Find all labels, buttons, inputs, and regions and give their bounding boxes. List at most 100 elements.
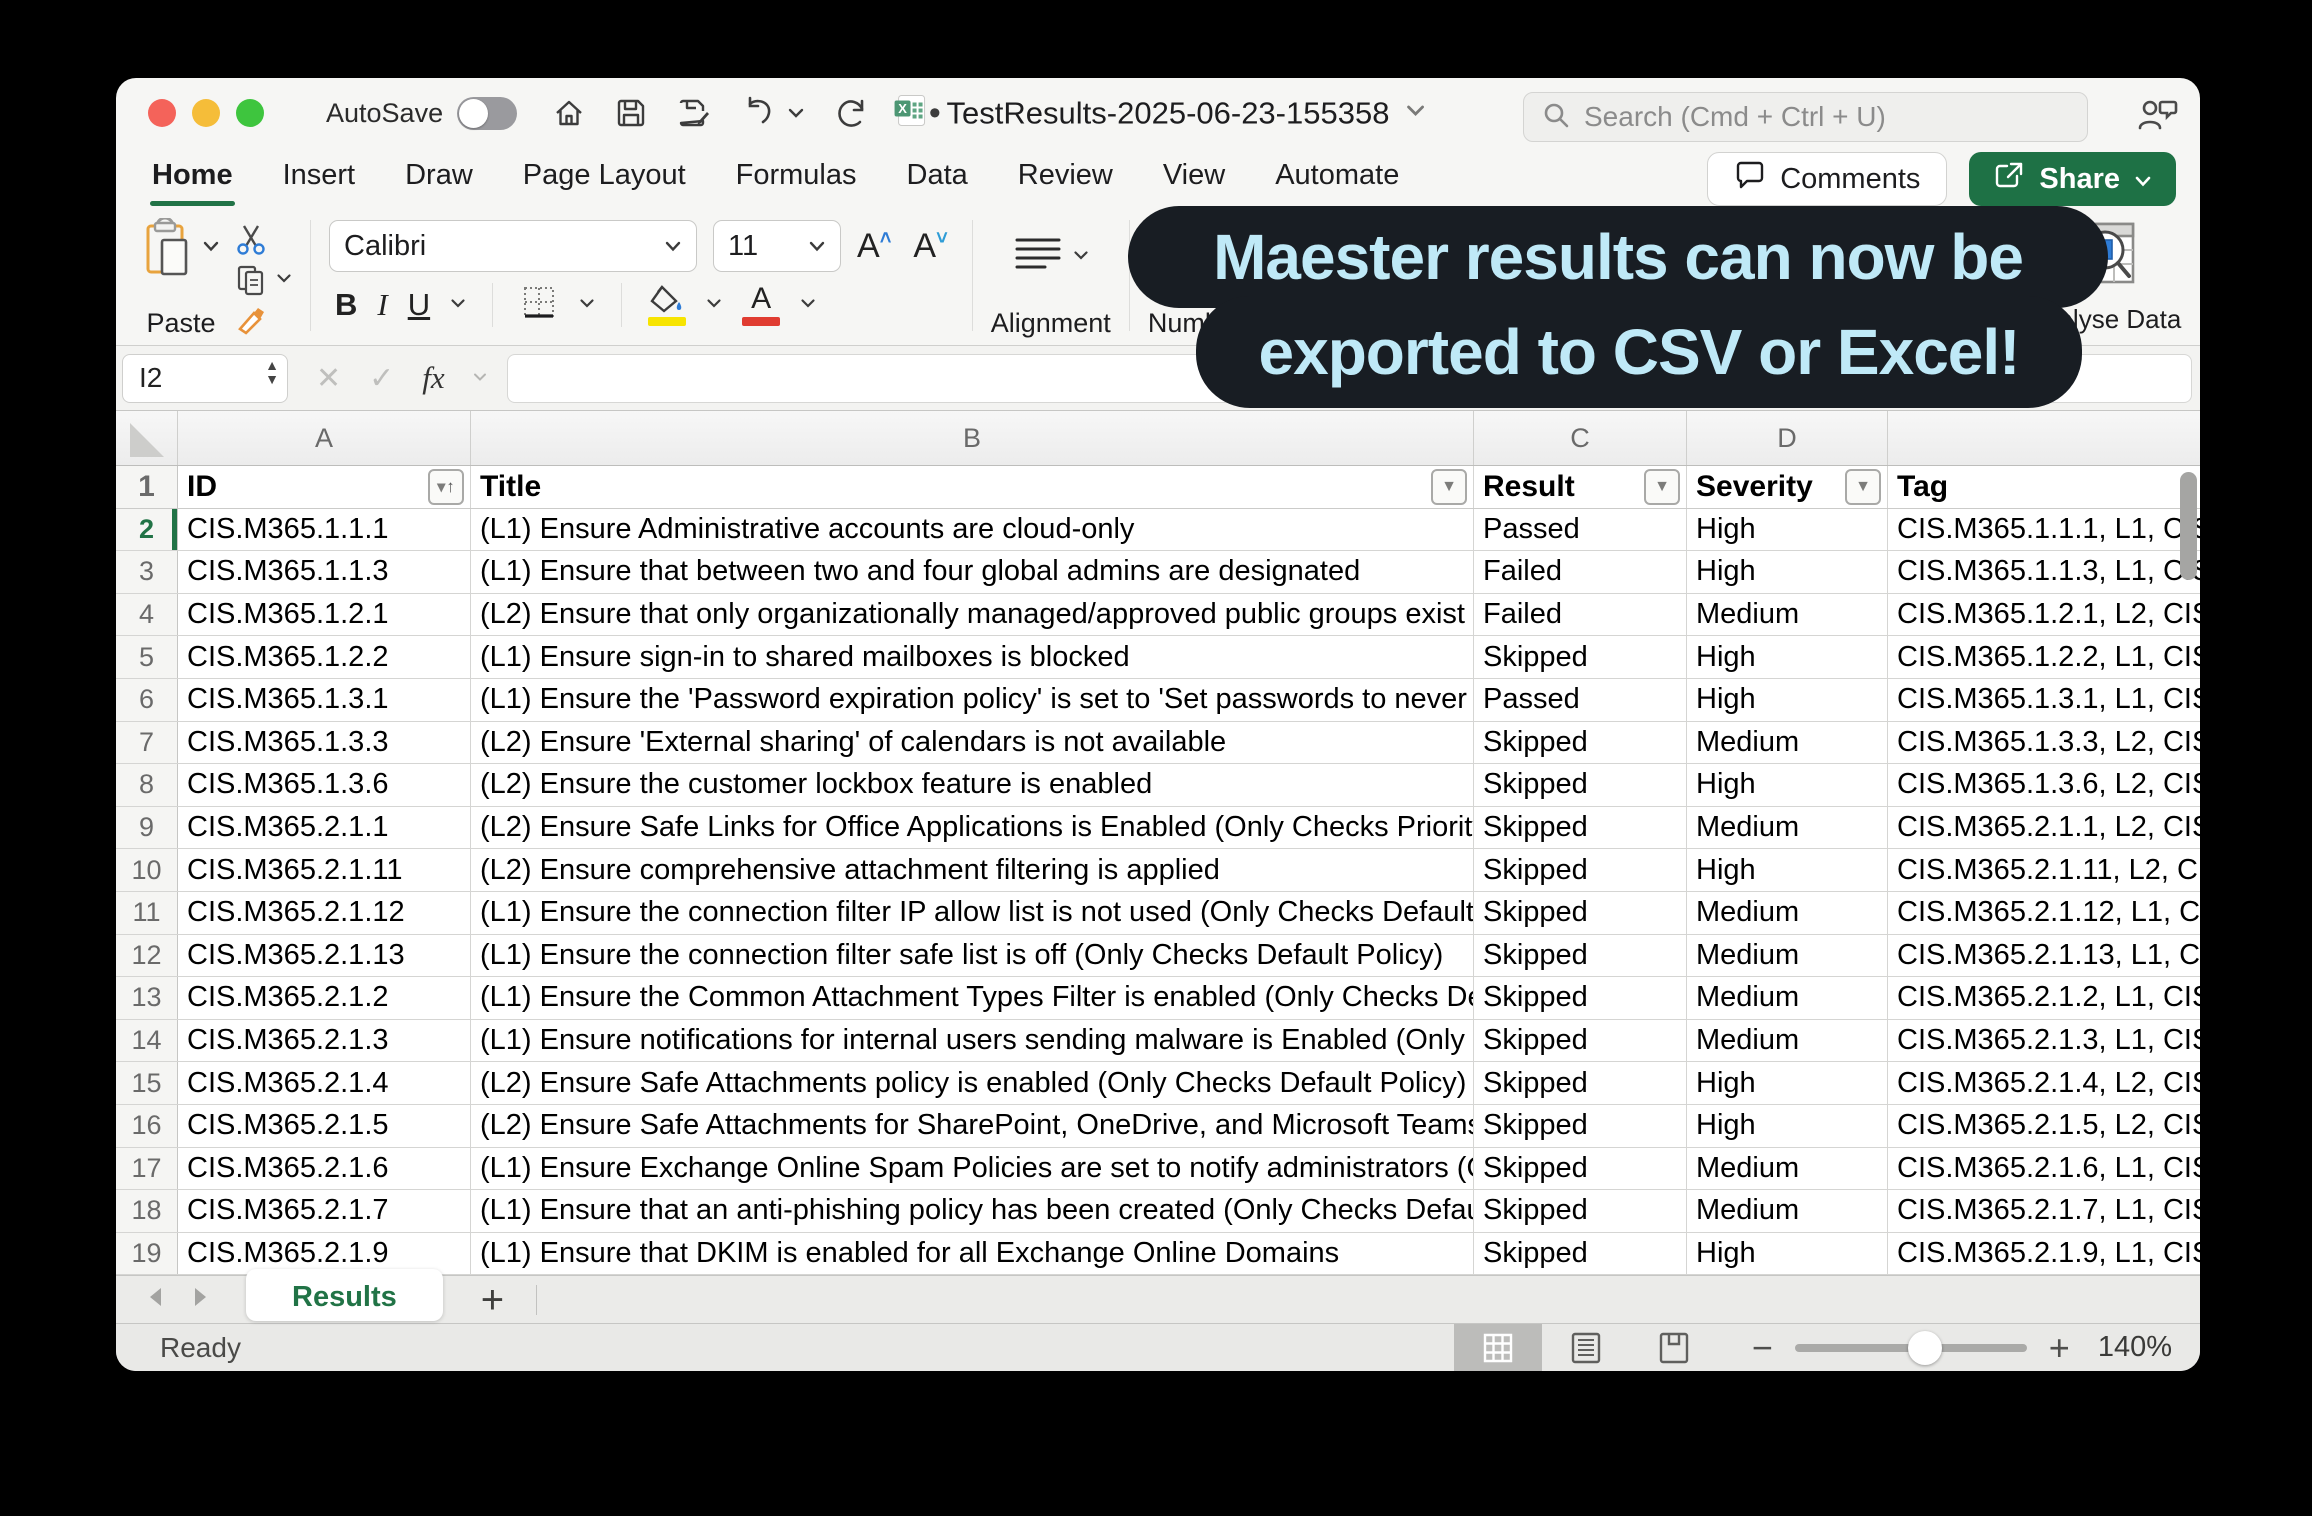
cell-severity[interactable]: High: [1687, 551, 1888, 593]
cell-tag[interactable]: CIS.M365.1.3.1, L1, CIS E3: [1888, 679, 2200, 721]
cell-title[interactable]: (L1) Ensure Administrative accounts are …: [471, 509, 1474, 551]
cell-title[interactable]: (L1) Ensure notifications for internal u…: [471, 1020, 1474, 1062]
row-number[interactable]: 17: [116, 1148, 178, 1190]
cell-result[interactable]: Failed: [1474, 551, 1687, 593]
enter-icon[interactable]: ✓: [369, 361, 394, 396]
cell-result[interactable]: Skipped: [1474, 764, 1687, 806]
cell-tag[interactable]: CIS.M365.2.1.11, L2, CIS E5: [1888, 849, 2200, 891]
cut-button[interactable]: [234, 220, 292, 258]
add-sheet-button[interactable]: +: [481, 1280, 504, 1320]
cell-title[interactable]: (L1) Ensure sign-in to shared mailboxes …: [471, 636, 1474, 678]
row-number[interactable]: 9: [116, 807, 178, 849]
cell-id[interactable]: CIS.M365.1.2.2: [178, 636, 471, 678]
column-header-e[interactable]: [1888, 411, 2200, 465]
copy-chevron-icon[interactable]: [276, 271, 292, 289]
cell-severity[interactable]: High: [1687, 1062, 1888, 1104]
cell-result[interactable]: Skipped: [1474, 1105, 1687, 1147]
undo-icon[interactable]: [741, 96, 775, 130]
borders-chevron-icon[interactable]: [579, 296, 595, 314]
row-number[interactable]: 10: [116, 849, 178, 891]
cell-result[interactable]: Skipped: [1474, 1233, 1687, 1275]
borders-button[interactable]: [519, 282, 559, 327]
filter-sort-button[interactable]: ▾↑: [428, 469, 464, 505]
cell-result[interactable]: Failed: [1474, 594, 1687, 636]
row-number[interactable]: 5: [116, 636, 178, 678]
underline-button[interactable]: U: [408, 287, 430, 323]
cell-severity[interactable]: High: [1687, 636, 1888, 678]
row-number[interactable]: 12: [116, 935, 178, 977]
cell-result[interactable]: Skipped: [1474, 935, 1687, 977]
cell-severity[interactable]: Medium: [1687, 594, 1888, 636]
cell-title[interactable]: (L2) Ensure Safe Links for Office Applic…: [471, 807, 1474, 849]
font-color-chevron-icon[interactable]: [800, 296, 816, 314]
cell-tag[interactable]: CIS.M365.1.2.1, L2, CIS E3: [1888, 594, 2200, 636]
cell-title[interactable]: (L1) Ensure the connection filter IP all…: [471, 892, 1474, 934]
document-title[interactable]: X TestResults-2025-06-23-155358: [891, 91, 1426, 136]
cell-result[interactable]: Skipped: [1474, 849, 1687, 891]
cell-title[interactable]: (L1) Ensure that an anti-phishing policy…: [471, 1190, 1474, 1232]
cancel-icon[interactable]: ✕: [316, 361, 341, 396]
ribbon-tab[interactable]: Draw: [403, 153, 475, 206]
cell-id[interactable]: CIS.M365.1.3.6: [178, 764, 471, 806]
cell-result[interactable]: Skipped: [1474, 1148, 1687, 1190]
header-cell-severity[interactable]: Severity▼: [1687, 466, 1888, 508]
cell-severity[interactable]: Medium: [1687, 1190, 1888, 1232]
fill-chevron-icon[interactable]: [706, 296, 722, 314]
title-chevron-icon[interactable]: [1405, 104, 1425, 123]
cell-severity[interactable]: Medium: [1687, 977, 1888, 1019]
share-button[interactable]: Share: [1969, 152, 2176, 206]
header-cell-tag[interactable]: Tag: [1888, 466, 2200, 508]
header-cell-id[interactable]: ID▾↑: [178, 466, 471, 508]
cell-severity[interactable]: Medium: [1687, 1148, 1888, 1190]
cell-severity[interactable]: High: [1687, 679, 1888, 721]
zoom-out-button[interactable]: −: [1752, 1330, 1773, 1366]
cell-severity[interactable]: Medium: [1687, 935, 1888, 977]
row-number[interactable]: 1: [116, 466, 178, 508]
cell-id[interactable]: CIS.M365.2.1.7: [178, 1190, 471, 1232]
cell-severity[interactable]: High: [1687, 764, 1888, 806]
ribbon-tab[interactable]: Data: [905, 153, 970, 206]
column-header-b[interactable]: B: [471, 411, 1474, 465]
cell-severity[interactable]: Medium: [1687, 722, 1888, 764]
header-cell-result[interactable]: Result▼: [1474, 466, 1687, 508]
cell-result[interactable]: Skipped: [1474, 977, 1687, 1019]
cell-tag[interactable]: CIS.M365.2.1.13, L1, CIS E3: [1888, 935, 2200, 977]
cell-result[interactable]: Skipped: [1474, 722, 1687, 764]
font-color-button[interactable]: A: [742, 284, 780, 326]
cell-tag[interactable]: CIS.M365.1.3.6, L2, CIS E5: [1888, 764, 2200, 806]
format-painter-button[interactable]: [234, 301, 292, 339]
cell-severity[interactable]: Medium: [1687, 892, 1888, 934]
filter-button[interactable]: ▼: [1431, 469, 1467, 505]
font-name-select[interactable]: Calibri: [329, 220, 697, 272]
cell-title[interactable]: (L2) Ensure 'External sharing' of calend…: [471, 722, 1474, 764]
cell-title[interactable]: (L2) Ensure Safe Attachments for SharePo…: [471, 1105, 1474, 1147]
row-number[interactable]: 4: [116, 594, 178, 636]
cell-title[interactable]: (L2) Ensure the customer lockbox feature…: [471, 764, 1474, 806]
paste-chevron-icon[interactable]: [202, 240, 220, 258]
cell-tag[interactable]: CIS.M365.2.1.2, L1, CIS E3: [1888, 977, 2200, 1019]
cell-title[interactable]: (L1) Ensure Exchange Online Spam Policie…: [471, 1148, 1474, 1190]
cell-result[interactable]: Skipped: [1474, 1020, 1687, 1062]
autosave-toggle[interactable]: [457, 97, 517, 130]
prev-sheet-arrow-icon[interactable]: [146, 1286, 164, 1313]
cell-tag[interactable]: CIS.M365.2.1.12, L1, CIS E3: [1888, 892, 2200, 934]
italic-button[interactable]: I: [377, 287, 387, 323]
ribbon-tab[interactable]: Page Layout: [521, 153, 688, 206]
cell-title[interactable]: (L1) Ensure the 'Password expiration pol…: [471, 679, 1474, 721]
sheet-tab-results[interactable]: Results: [246, 1269, 443, 1321]
cell-severity[interactable]: High: [1687, 1105, 1888, 1147]
row-number[interactable]: 16: [116, 1105, 178, 1147]
paste-icon[interactable]: [142, 218, 194, 285]
cell-result[interactable]: Skipped: [1474, 636, 1687, 678]
search-input[interactable]: Search (Cmd + Ctrl + U): [1523, 92, 2088, 142]
cell-id[interactable]: CIS.M365.1.3.3: [178, 722, 471, 764]
bold-button[interactable]: B: [335, 287, 357, 323]
cell-tag[interactable]: CIS.M365.2.1.4, L2, CIS E5: [1888, 1062, 2200, 1104]
cell-severity[interactable]: Medium: [1687, 1020, 1888, 1062]
cell-result[interactable]: Skipped: [1474, 807, 1687, 849]
ribbon-tab[interactable]: Home: [150, 153, 235, 206]
cell-id[interactable]: CIS.M365.2.1.3: [178, 1020, 471, 1062]
cell-id[interactable]: CIS.M365.2.1.12: [178, 892, 471, 934]
column-header-a[interactable]: A: [178, 411, 471, 465]
cell-id[interactable]: CIS.M365.1.1.3: [178, 551, 471, 593]
